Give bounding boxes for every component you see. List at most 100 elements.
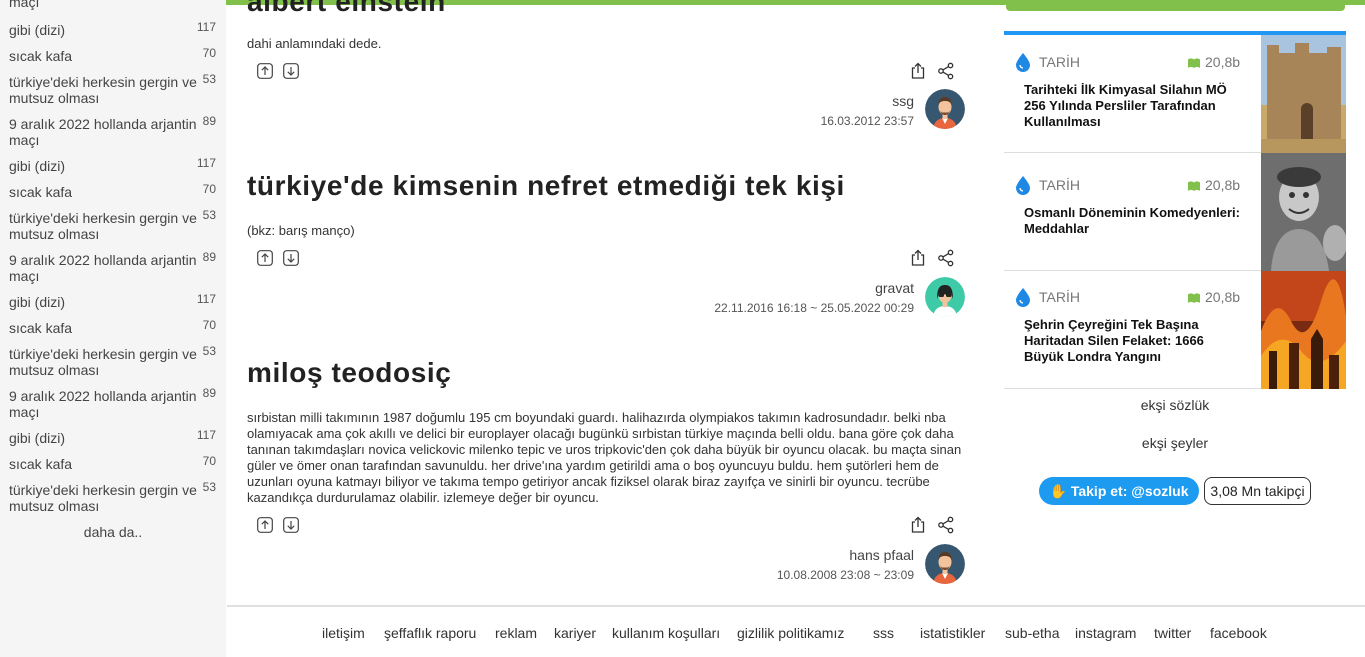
author-avatar[interactable] [925,544,965,584]
sidebar-item-label: gibi (dizi) [9,430,66,446]
sidebar-item-label: türkiye'deki herkesin gergin ve mutsuz o… [9,346,197,378]
entry-date[interactable]: 16.03.2012 23:57 [821,114,914,128]
footer-link-terms[interactable]: kullanım koşulları [612,625,720,641]
article-card[interactable]: TARİH 20,8b Şehrin Çeyreğini Tek Başına … [1004,271,1346,389]
footer-link-transparency[interactable]: şeffaflık raporu [384,625,476,641]
upvote-icon[interactable] [257,63,273,79]
sidebar-item[interactable]: 9 aralık 2022 hollanda arjantin maçı 89 [9,250,219,284]
downvote-icon[interactable] [283,63,299,79]
entry-title[interactable]: türkiye'de kimsenin nefret etmediği tek … [247,170,845,202]
upvote-icon[interactable] [257,517,273,533]
sidebar-item-label: maçı [9,0,40,10]
sidebar-item[interactable]: maçı [9,0,219,10]
entry-title[interactable]: albert einstein [247,0,446,18]
entry-author[interactable]: hans pfaal [849,547,914,563]
sidebar-item-label: sıcak kafa [9,320,73,336]
entry-body: sırbistan milli takımının 1987 doğumlu 1… [247,410,962,505]
sidebar-item-label: türkiye'deki herkesin gergin ve mutsuz o… [9,482,197,514]
eksi-seyler-link[interactable]: ekşi şeyler [1004,435,1346,451]
water-drop-icon [1016,288,1030,307]
share-icon[interactable] [937,249,955,267]
sidebar-item-label: sıcak kafa [9,184,73,200]
entry-date[interactable]: 22.11.2016 16:18 ~ 25.05.2022 00:29 [714,301,914,315]
export-icon[interactable] [909,249,927,267]
author-avatar[interactable] [925,277,965,317]
export-icon[interactable] [909,516,927,534]
sidebar-item-label: türkiye'deki herkesin gergin ve mutsuz o… [9,210,197,242]
sidebar-item[interactable]: sıcak kafa 70 [9,182,219,200]
footer-link-privacy[interactable]: gizlilik politikamız [737,625,844,641]
sidebar-item[interactable]: 9 aralık 2022 hollanda arjantin maçı 89 [9,114,219,148]
sidebar-item[interactable]: türkiye'deki herkesin gergin ve mutsuz o… [9,72,219,106]
entry-title[interactable]: miloş teodosiç [247,357,451,389]
sidebar-item-count: 117 [196,156,216,170]
article-category: TARİH [1039,54,1080,70]
twitter-follow-button[interactable]: ✋ Takip et: @sozluk [1039,477,1199,505]
more-topics-link[interactable]: daha da.. [0,524,226,540]
sidebar-item[interactable]: sıcak kafa 70 [9,454,219,472]
hand-icon: ✋ [1049,483,1071,499]
upvote-icon[interactable] [257,250,273,266]
sidebar-item-count: 89 [202,114,216,128]
article-size: 20,8b [1205,289,1241,305]
article-card[interactable]: TARİH 20,8b Tarihteki İlk Kimyasal Silah… [1004,35,1346,153]
sidebar-item-label: 9 aralık 2022 hollanda arjantin maçı [9,252,197,284]
share-icon[interactable] [937,62,955,80]
footer-link-faq[interactable]: sss [873,625,894,641]
footer-link-instagram[interactable]: instagram [1075,625,1136,641]
sidebar-item[interactable]: gibi (dizi) 117 [9,156,219,174]
sidebar-item-count: 70 [202,46,216,60]
sidebar-item-label: türkiye'deki herkesin gergin ve mutsuz o… [9,74,197,106]
book-icon [1188,58,1200,68]
downvote-icon[interactable] [283,517,299,533]
entry-body: dahi anlamındaki dede. [247,36,382,51]
author-avatar[interactable] [925,89,965,129]
article-thumbnail[interactable] [1261,35,1346,153]
article-title[interactable]: Şehrin Çeyreğini Tek Başına Haritadan Si… [1024,317,1244,365]
article-card[interactable]: TARİH 20,8b Osmanlı Döneminin Komedyenle… [1004,153,1346,271]
article-thumbnail[interactable] [1261,153,1346,271]
article-thumbnail[interactable] [1261,271,1346,389]
share-icon[interactable] [937,516,955,534]
entry-author[interactable]: ssg [892,93,914,109]
article-title[interactable]: Osmanlı Döneminin Komedyenleri: Meddahla… [1024,205,1244,237]
sidebar-item[interactable]: türkiye'deki herkesin gergin ve mutsuz o… [9,344,219,378]
footer-link-sub-etha[interactable]: sub-etha [1005,625,1059,641]
sidebar-item-count: 53 [202,344,216,358]
article-title[interactable]: Tarihteki İlk Kimyasal Silahın MÖ 256 Yı… [1024,82,1244,130]
entry-body: (bkz: barış manço) [247,223,355,238]
sidebar-item-label: 9 aralık 2022 hollanda arjantin maçı [9,116,197,148]
sidebar-item-count: 53 [202,208,216,222]
water-drop-icon [1016,176,1030,195]
entry-author[interactable]: gravat [875,280,914,296]
book-icon [1188,181,1200,191]
footer-link-stats[interactable]: istatistikler [920,625,985,641]
sidebar-item[interactable]: gibi (dizi) 117 [9,292,219,310]
sidebar-item-count: 53 [202,72,216,86]
sidebar-item[interactable]: 9 aralık 2022 hollanda arjantin maçı 89 [9,386,219,420]
sidebar-item[interactable]: gibi (dizi) 117 [9,428,219,446]
sidebar-item-count: 53 [202,480,216,494]
eksi-sozluk-link[interactable]: ekşi sözlük [1004,397,1346,413]
sidebar-item-label: gibi (dizi) [9,22,66,38]
sidebar-item[interactable]: türkiye'deki herkesin gergin ve mutsuz o… [9,208,219,242]
footer-link-facebook[interactable]: facebook [1210,625,1267,641]
footer-link-twitter[interactable]: twitter [1154,625,1191,641]
export-icon[interactable] [909,62,927,80]
entry-date[interactable]: 10.08.2008 23:08 ~ 23:09 [777,568,914,582]
sidebar-item[interactable]: sıcak kafa 70 [9,46,219,64]
sidebar-item-count: 70 [202,182,216,196]
sidebar-item-label: gibi (dizi) [9,158,66,174]
downvote-icon[interactable] [283,250,299,266]
sidebar-item[interactable]: sıcak kafa 70 [9,318,219,336]
footer-link-ads[interactable]: reklam [495,625,537,641]
book-icon [1188,293,1200,303]
footer-link-iletisim[interactable]: iletişim [322,625,365,641]
article-category: TARİH [1039,289,1080,305]
top-action-button[interactable] [1006,0,1345,11]
sidebar-item[interactable]: türkiye'deki herkesin gergin ve mutsuz o… [9,480,219,514]
article-category: TARİH [1039,177,1080,193]
sidebar-item-label: sıcak kafa [9,456,73,472]
sidebar-item[interactable]: gibi (dizi) 117 [9,20,219,38]
footer-link-careers[interactable]: kariyer [554,625,596,641]
